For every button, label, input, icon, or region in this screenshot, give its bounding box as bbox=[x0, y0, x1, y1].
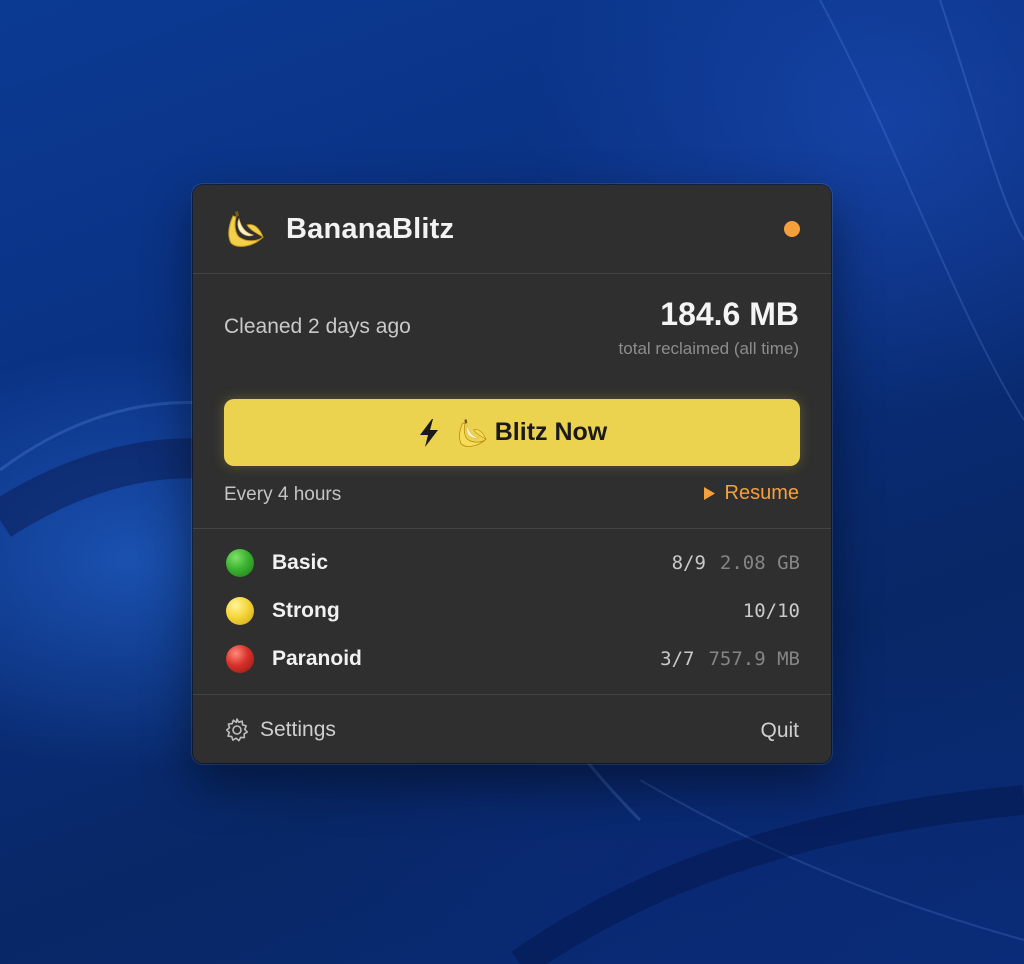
level-count: 3/7 bbox=[660, 648, 695, 670]
status-indicator bbox=[784, 221, 800, 237]
level-name: Basic bbox=[272, 551, 329, 574]
level-row-paranoid[interactable]: Paranoid 3/7 757.9 MB bbox=[224, 643, 800, 677]
level-count: 8/9 bbox=[671, 552, 706, 574]
level-stats: 10/10 bbox=[743, 600, 800, 622]
header-divider bbox=[193, 273, 831, 274]
level-count: 10/10 bbox=[742, 600, 800, 622]
level-name: Paranoid bbox=[272, 647, 362, 670]
play-icon bbox=[703, 487, 715, 500]
bolt-icon bbox=[419, 418, 438, 447]
levels-divider bbox=[193, 694, 831, 695]
app-title: BananaBlitz bbox=[286, 213, 455, 245]
green-status-dot bbox=[226, 549, 254, 577]
level-stats: 3/7 757.9 MB bbox=[660, 648, 800, 670]
yellow-status-dot bbox=[226, 597, 254, 625]
gear-icon bbox=[225, 718, 249, 742]
reclaimed-caption: total reclaimed (all time) bbox=[618, 339, 799, 358]
level-name: Strong bbox=[272, 599, 340, 622]
blitz-now-label: Blitz Now bbox=[494, 418, 608, 446]
level-size: 757.9 MB bbox=[708, 648, 800, 670]
banana-icon bbox=[228, 211, 264, 247]
schedule-interval-text: Every 4 hours bbox=[224, 484, 342, 505]
menu-bar-popover: BananaBlitz Cleaned 2 days ago 184.6 MB … bbox=[193, 185, 831, 763]
settings-button[interactable]: Settings bbox=[224, 717, 336, 743]
level-stats: 8/9 2.08 GB bbox=[672, 552, 800, 574]
red-status-dot bbox=[226, 645, 254, 673]
last-cleaned-text: Cleaned 2 days ago bbox=[224, 315, 411, 338]
resume-button[interactable]: Resume bbox=[703, 482, 799, 505]
blitz-now-button[interactable]: Blitz Now bbox=[224, 399, 800, 466]
quit-button[interactable]: Quit bbox=[760, 719, 799, 743]
reclaimed-total-value: 184.6 MB bbox=[660, 296, 799, 332]
banana-icon bbox=[458, 418, 487, 447]
level-row-strong[interactable]: Strong 10/10 bbox=[224, 595, 800, 629]
level-row-basic[interactable]: Basic 8/9 2.08 GB bbox=[224, 547, 800, 581]
settings-label: Settings bbox=[260, 718, 336, 741]
schedule-divider bbox=[193, 528, 831, 529]
level-size: 2.08 GB bbox=[719, 552, 800, 574]
resume-label: Resume bbox=[724, 482, 799, 504]
